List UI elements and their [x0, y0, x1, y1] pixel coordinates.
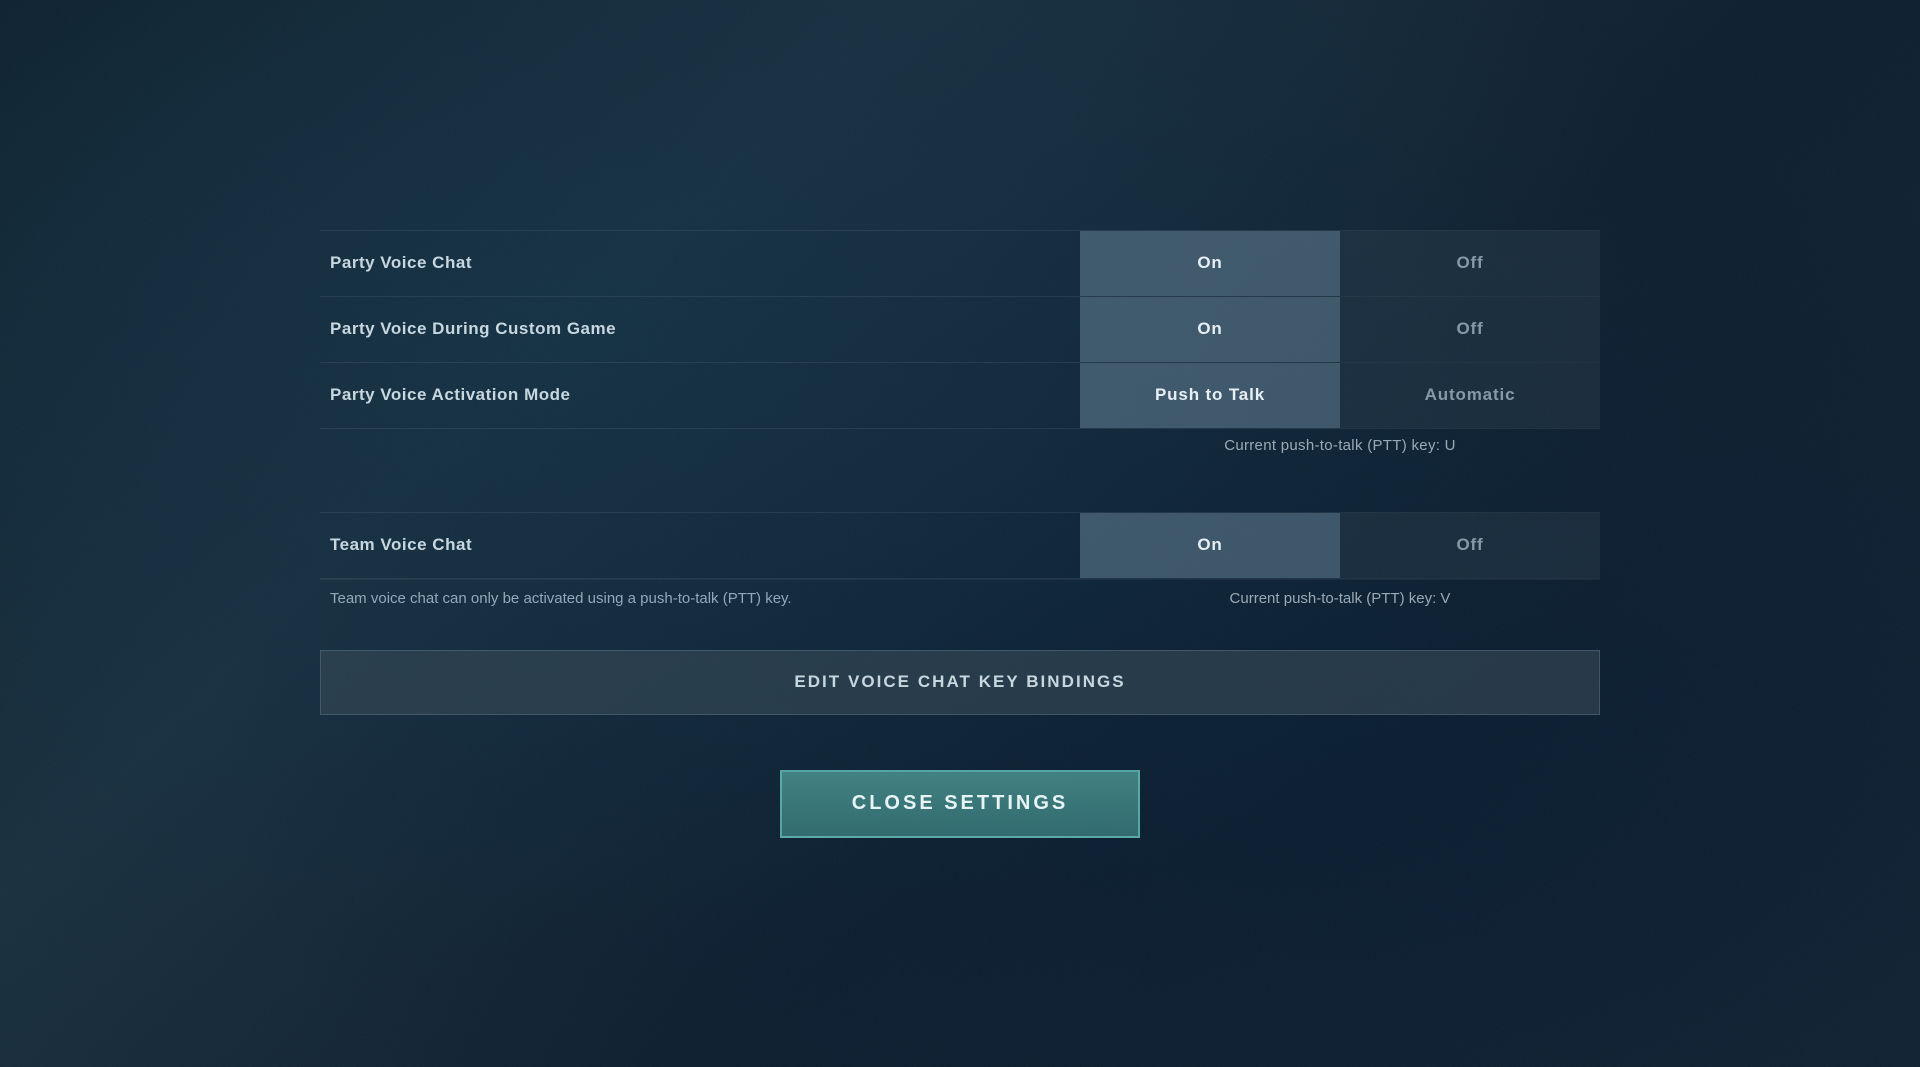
team-voice-chat-label: Team Voice Chat [320, 535, 1080, 555]
party-voice-chat-row: Party Voice Chat On Off [320, 230, 1600, 297]
party-voice-custom-label: Party Voice During Custom Game [320, 319, 1080, 339]
party-voice-section: Party Voice Chat On Off Party Voice Duri… [320, 230, 1600, 462]
settings-panel: Party Voice Chat On Off Party Voice Duri… [320, 230, 1600, 838]
party-voice-custom-row: Party Voice During Custom Game On Off [320, 297, 1600, 363]
party-voice-chat-label: Party Voice Chat [320, 253, 1080, 273]
team-voice-chat-off-button[interactable]: Off [1340, 513, 1600, 578]
party-voice-chat-options: On Off [1080, 231, 1600, 296]
team-voice-section: Team Voice Chat On Off Team voice chat c… [320, 512, 1600, 615]
party-ptt-key-row: Current push-to-talk (PTT) key: U [320, 429, 1600, 462]
team-voice-chat-on-button[interactable]: On [1080, 513, 1340, 578]
edit-bindings-button[interactable]: EDIT VOICE CHAT KEY BINDINGS [320, 650, 1600, 715]
team-ptt-key-label: Current push-to-talk (PTT) key: V [1080, 590, 1600, 607]
team-voice-chat-row: Team Voice Chat On Off [320, 512, 1600, 579]
team-voice-note-text: Team voice chat can only be activated us… [320, 590, 1080, 607]
party-ptt-key-label: Current push-to-talk (PTT) key: U [1080, 437, 1600, 454]
party-voice-custom-on-button[interactable]: On [1080, 297, 1340, 362]
close-settings-button[interactable]: CLOSE SETTINGS [780, 770, 1140, 838]
party-voice-activation-label: Party Voice Activation Mode [320, 385, 1080, 405]
push-to-talk-button[interactable]: Push to Talk [1080, 363, 1340, 428]
party-voice-custom-options: On Off [1080, 297, 1600, 362]
party-voice-chat-off-button[interactable]: Off [1340, 231, 1600, 296]
team-voice-note-row: Team voice chat can only be activated us… [320, 579, 1600, 615]
party-voice-chat-on-button[interactable]: On [1080, 231, 1340, 296]
party-voice-activation-row: Party Voice Activation Mode Push to Talk… [320, 363, 1600, 429]
party-voice-activation-options: Push to Talk Automatic [1080, 363, 1600, 428]
team-voice-chat-options: On Off [1080, 513, 1600, 578]
automatic-button[interactable]: Automatic [1340, 363, 1600, 428]
party-voice-custom-off-button[interactable]: Off [1340, 297, 1600, 362]
